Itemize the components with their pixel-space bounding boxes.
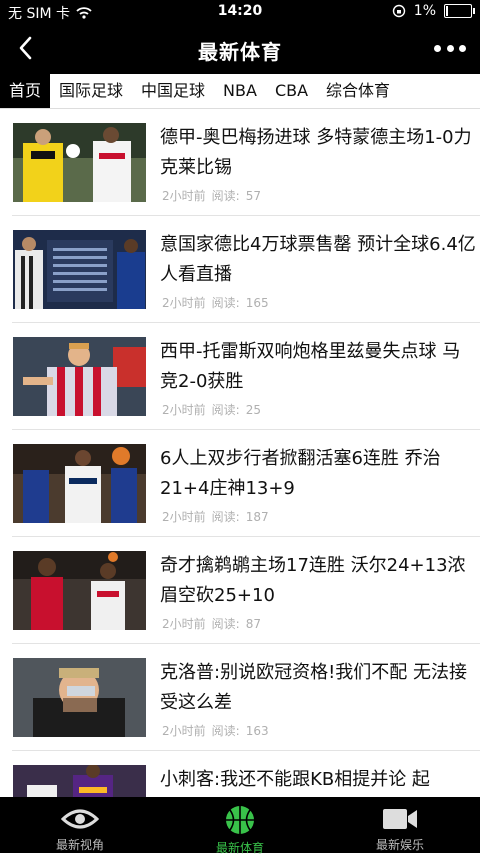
list-item[interactable]: 意国家德比4万球票售罄 预计全球6.4亿人看直播 2小时前 阅读: 165 <box>12 216 480 323</box>
tab-nba[interactable]: NBA <box>214 74 266 108</box>
article-meta: 2小时前 阅读: 187 <box>162 508 269 525</box>
reads-label: 阅读: <box>211 724 240 738</box>
article-title: 小刺客:我还不能跟KB相提并论 起 <box>160 769 430 790</box>
bottom-nav-latest-entertainment[interactable]: 最新娱乐 <box>320 797 480 853</box>
bottom-nav-latest-sports[interactable]: 最新体育 <box>160 797 320 855</box>
tab-international-football[interactable]: 国际足球 <box>50 74 132 108</box>
article-title: 意国家德比4万球票售罄 预计全球6.4亿人看直播 <box>160 234 476 285</box>
page-title: 最新体育 <box>198 40 282 64</box>
more-dots-icon[interactable] <box>434 36 466 60</box>
article-thumbnail <box>13 123 146 202</box>
article-title: 西甲-托雷斯双响炮格里兹曼失点球 马竞2-0获胜 <box>160 341 461 392</box>
bottom-nav-label: 最新娱乐 <box>375 838 424 852</box>
reads-count: 187 <box>245 510 269 524</box>
tab-general-sports[interactable]: 综合体育 <box>317 74 399 108</box>
reads-label: 阅读: <box>211 189 240 203</box>
article-title: 奇才擒鹈鹕主场17连胜 沃尔24+13浓眉空砍25+10 <box>160 555 466 606</box>
article-title: 6人上双步行者掀翻活塞6连胜 乔治21+4庄神13+9 <box>160 448 441 499</box>
article-thumbnail <box>13 337 146 416</box>
article-title: 德甲-奥巴梅扬进球 多特蒙德主场1-0力克莱比锡 <box>160 127 472 178</box>
video-camera-icon <box>382 805 418 832</box>
article-time: 2小时前 <box>162 510 206 524</box>
article-thumbnail <box>13 658 146 737</box>
reads-label: 阅读: <box>211 403 240 417</box>
article-thumbnail <box>13 444 146 523</box>
reads-count: 163 <box>245 724 269 738</box>
list-item[interactable]: 西甲-托雷斯双响炮格里兹曼失点球 马竞2-0获胜 2小时前 阅读: 25 <box>12 323 480 430</box>
list-item[interactable]: 奇才擒鹈鹕主场17连胜 沃尔24+13浓眉空砍25+10 2小时前 阅读: 87 <box>12 537 480 644</box>
article-thumbnail <box>13 551 146 630</box>
article-meta: 2小时前 阅读: 163 <box>162 722 269 739</box>
category-tabs: 首页 国际足球 中国足球 NBA CBA 综合体育 <box>0 74 480 109</box>
reads-label: 阅读: <box>211 510 240 524</box>
article-list: 德甲-奥巴梅扬进球 多特蒙德主场1-0力克莱比锡 2小时前 阅读: 57 意国家… <box>0 109 480 797</box>
article-meta: 2小时前 阅读: 25 <box>162 401 261 418</box>
battery-percent: 1% <box>413 3 436 19</box>
bottom-nav-latest-view[interactable]: 最新视角 <box>0 797 160 853</box>
article-thumbnail <box>13 765 146 797</box>
article-thumbnail <box>13 230 146 309</box>
article-meta: 2小时前 阅读: 165 <box>162 294 269 311</box>
reads-count: 165 <box>245 296 269 310</box>
reads-count: 57 <box>245 189 261 203</box>
list-item[interactable]: 小刺客:我还不能跟KB相提并论 起 <box>12 751 480 797</box>
tab-home[interactable]: 首页 <box>0 74 51 108</box>
list-item[interactable]: 德甲-奥巴梅扬进球 多特蒙德主场1-0力克莱比锡 2小时前 阅读: 57 <box>12 109 480 216</box>
nav-bar: 最新体育 <box>0 24 480 74</box>
basketball-icon <box>225 805 255 835</box>
tab-china-football[interactable]: 中国足球 <box>132 74 214 108</box>
reads-count: 25 <box>245 403 261 417</box>
article-meta: 2小时前 阅读: 57 <box>162 187 261 204</box>
article-time: 2小时前 <box>162 189 206 203</box>
article-meta: 2小时前 阅读: 87 <box>162 615 261 632</box>
eye-icon <box>61 805 99 832</box>
status-bar: 无 SIM 卡 14:20 1% <box>0 0 480 24</box>
reads-count: 87 <box>245 617 261 631</box>
article-time: 2小时前 <box>162 724 206 738</box>
rotation-lock-icon <box>392 4 405 18</box>
article-time: 2小时前 <box>162 403 206 417</box>
article-title: 克洛普:别说欧冠资格!我们不配 无法接受这么差 <box>160 662 468 713</box>
article-time: 2小时前 <box>162 296 206 310</box>
battery-icon <box>444 4 475 18</box>
bottom-nav-label: 最新视角 <box>55 838 104 852</box>
status-right: 1% <box>392 3 475 19</box>
list-item[interactable]: 克洛普:别说欧冠资格!我们不配 无法接受这么差 2小时前 阅读: 163 <box>12 644 480 751</box>
reads-label: 阅读: <box>211 617 240 631</box>
list-item[interactable]: 6人上双步行者掀翻活塞6连胜 乔治21+4庄神13+9 2小时前 阅读: 187 <box>12 430 480 537</box>
article-time: 2小时前 <box>162 617 206 631</box>
tab-cba[interactable]: CBA <box>266 74 317 108</box>
reads-label: 阅读: <box>211 296 240 310</box>
bottom-nav: 最新视角 最新体育 最新娱乐 <box>0 797 480 855</box>
bottom-nav-label: 最新体育 <box>215 841 264 855</box>
